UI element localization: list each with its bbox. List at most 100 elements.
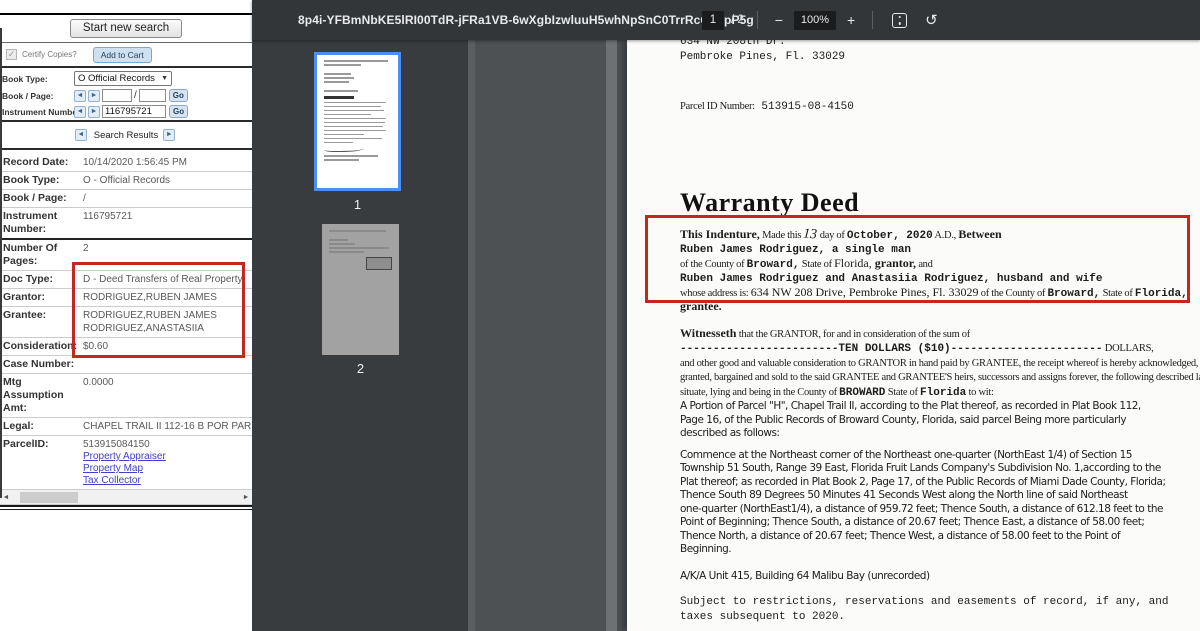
search-results-next-button[interactable]: ► <box>163 129 175 141</box>
doc-text: and <box>916 259 933 270</box>
doc-text: Subject to restrictions, reservations an… <box>680 596 1168 608</box>
doc-line: Plat thereof; as recorded in Plat Book 2… <box>680 475 1200 489</box>
detail-value-link[interactable]: RODRIGUEZ,ANASTASIIA <box>83 322 217 335</box>
scrollbar-thumb[interactable] <box>20 492 78 503</box>
book-page-slash: / <box>134 90 137 101</box>
external-link[interactable]: Tax Collector <box>83 475 166 487</box>
doc-text: Page 16, of the Public Records of Browar… <box>680 414 1126 426</box>
doc-line: Witnesseth that the GRANTOR, for and in … <box>680 327 1200 342</box>
current-page-input[interactable]: 1 <box>702 11 724 30</box>
rotate-ccw-icon[interactable]: ↺ <box>925 11 938 29</box>
detail-value: 10/14/2020 1:56:45 PM <box>83 156 187 169</box>
external-link[interactable]: Property Appraiser <box>83 451 166 463</box>
doc-line: and other good and valuable consideratio… <box>680 356 1200 371</box>
start-new-search-button[interactable]: Start new search <box>70 19 182 38</box>
doc-text: Ruben James Rodriguez, a single man <box>680 244 911 256</box>
doc-text: of the County of <box>978 288 1047 299</box>
detail-label: Instrument Number: <box>3 210 83 236</box>
detail-value: RODRIGUEZ,RUBEN JAMESRODRIGUEZ,ANASTASII… <box>83 309 217 335</box>
doc-line: Commence at the Northeast corner of the … <box>680 448 1200 462</box>
doc-text: grantor, <box>872 256 916 270</box>
doc-line: Warranty Deed <box>680 190 1200 216</box>
detail-row: Book / Page:/ <box>0 190 252 208</box>
search-results-prev-button[interactable]: ◄ <box>75 129 87 141</box>
add-to-cart-button[interactable]: Add to Cart <box>93 47 152 63</box>
certify-copies-label: Certify Copies? <box>22 50 77 59</box>
detail-row: Mtg Assumption Amt:0.0000 <box>0 374 252 418</box>
detail-label: Record Date: <box>3 156 83 169</box>
detail-label: Legal: <box>3 420 83 433</box>
detail-value-text: 2 <box>83 242 89 255</box>
instrument-go-button[interactable]: Go <box>169 105 188 118</box>
zoom-out-icon[interactable]: − <box>771 12 787 28</box>
instrument-prev-button[interactable]: ◄ <box>74 106 86 118</box>
doc-line: A Portion of Parcel "H", Chapel Trail II… <box>680 399 1200 413</box>
doc-line: Thence North, a distance of 20.67 feet; … <box>680 529 1200 543</box>
doc-line: one-quarter (NorthEast1/4), a distance o… <box>680 502 1200 516</box>
book-type-label: Book Type: <box>2 74 74 84</box>
detail-value-link[interactable]: D - Deed Transfers of Real Property <box>83 273 243 286</box>
doc-text: to wit: <box>966 387 993 398</box>
toolbar-divider <box>757 11 758 29</box>
detail-label: Book / Page: <box>3 192 83 205</box>
detail-value-link[interactable]: RODRIGUEZ,RUBEN JAMES <box>83 309 217 322</box>
menu-icon[interactable] <box>268 13 284 27</box>
detail-row: Case Number: <box>0 356 252 374</box>
chevron-down-icon: ▼ <box>161 75 168 82</box>
records-search-panel: Start new search ✓ Certify Copies? Add t… <box>0 0 252 631</box>
doc-line: Thence South 89 Degrees 50 Minutes 41 Se… <box>680 488 1200 502</box>
detail-row: Consideration:$0.60 <box>0 338 252 356</box>
detail-value-link[interactable]: RODRIGUEZ,RUBEN JAMES <box>83 291 217 304</box>
document-page: 634 NW 208th Dr.Pembroke Pines, Fl. 3302… <box>627 40 1200 631</box>
doc-line: Ruben James Rodriguez, a single man <box>680 242 1200 257</box>
zoom-in-icon[interactable]: + <box>843 12 859 28</box>
doc-text: whose address is: <box>680 288 751 299</box>
doc-line: described as follows: <box>680 426 1200 440</box>
book-input[interactable] <box>102 89 132 102</box>
instrument-number-input[interactable] <box>102 105 166 118</box>
doc-text: and other good and valuable consideratio… <box>680 358 1200 369</box>
detail-label: Grantor: <box>3 291 83 304</box>
zoom-level-value[interactable]: 100% <box>794 11 836 30</box>
doc-text: Between <box>958 227 1001 241</box>
doc-text: granted, bargained and sold to the said … <box>680 372 1200 383</box>
doc-text: A.D., <box>933 230 959 241</box>
doc-text: Broward, <box>1047 288 1100 300</box>
doc-text: 13 <box>803 228 818 241</box>
page-input[interactable] <box>139 89 166 102</box>
detail-label: Consideration: <box>3 340 83 353</box>
book-page-prev-button[interactable]: ◄ <box>74 90 86 102</box>
doc-line: situate, lying and being in the County o… <box>680 385 1200 400</box>
scrollbar-track[interactable] <box>12 491 240 504</box>
certify-copies-checkbox[interactable]: ✓ <box>6 49 17 60</box>
doc-line: Beginning. <box>680 542 1200 556</box>
doc-line: ------------------------TEN DOLLARS ($10… <box>680 341 1200 356</box>
horizontal-scrollbar[interactable]: ◄ ► <box>0 490 252 505</box>
fit-page-icon[interactable] <box>892 13 907 28</box>
book-type-selected-value: O Official Records <box>78 73 155 84</box>
book-type-select[interactable]: O Official Records ▼ <box>74 71 172 86</box>
detail-value-text: 0.0000 <box>83 376 114 389</box>
detail-label: Case Number: <box>3 358 83 371</box>
doc-text: 634 NW 208 Drive, Pembroke Pines, Fl. 33… <box>751 285 979 299</box>
external-link[interactable]: Property Map <box>83 463 166 475</box>
doc-text: 634 NW 208th Dr. <box>680 40 786 48</box>
thumbnail-page-1[interactable] <box>314 52 401 191</box>
doc-text: that the GRANTOR, for and in considerati… <box>736 329 970 340</box>
thumbnail-scrollbar[interactable] <box>468 40 475 631</box>
detail-label: Mtg Assumption Amt: <box>3 376 83 415</box>
doc-line: Subject to restrictions, reservations an… <box>680 594 1200 609</box>
book-page-next-button[interactable]: ► <box>88 90 100 102</box>
document-viewport[interactable]: 634 NW 208th Dr.Pembroke Pines, Fl. 3302… <box>475 40 1200 631</box>
book-page-go-button[interactable]: Go <box>169 89 188 102</box>
viewport-scroll-strip[interactable] <box>606 40 617 631</box>
scroll-right-icon[interactable]: ► <box>240 494 252 501</box>
detail-value: 116795721 <box>83 210 132 236</box>
doc-line: of the County of Broward, State of Flori… <box>680 257 1200 272</box>
doc-line: grantee. <box>680 300 1200 313</box>
detail-value-text: $0.60 <box>83 340 108 353</box>
thumbnail-2-label: 2 <box>317 361 404 376</box>
thumbnail-page-2[interactable] <box>322 224 399 355</box>
instrument-next-button[interactable]: ► <box>88 106 100 118</box>
search-results-label[interactable]: Search Results <box>94 130 158 141</box>
